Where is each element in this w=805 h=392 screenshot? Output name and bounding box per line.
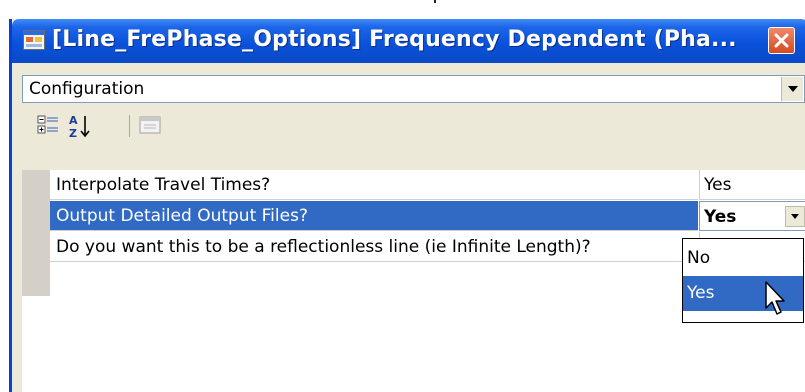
property-name: Do you want this to be a reflectionless …: [50, 232, 698, 262]
svg-text:Z: Z: [69, 127, 77, 139]
alphabetical-sort-icon: A Z: [69, 114, 90, 140]
value-dropdown-button[interactable]: [785, 206, 805, 227]
chevron-down-icon: [788, 86, 798, 92]
alphabetical-button[interactable]: A Z: [68, 113, 94, 140]
property-toolbar: A Z: [22, 104, 805, 148]
window-title: [Line_FrePhase_Options] Frequency Depend…: [52, 27, 737, 52]
property-row[interactable]: Interpolate Travel Times? Yes: [50, 170, 805, 201]
property-value-editor[interactable]: Yes: [699, 201, 805, 231]
category-combo-value: Configuration: [29, 79, 145, 99]
chevron-down-icon: [791, 214, 799, 219]
properties-window: [Line_FrePhase_Options] Frequency Depend…: [9, 19, 805, 392]
property-row-selected[interactable]: Output Detailed Output Files? Yes: [50, 201, 805, 232]
grid-left-margin: [22, 170, 50, 296]
close-icon: [774, 33, 789, 48]
property-value-text: Yes: [704, 207, 737, 227]
close-button[interactable]: [768, 27, 795, 54]
property-pages-button[interactable]: [138, 113, 164, 139]
category-combo[interactable]: Configuration: [22, 75, 805, 103]
svg-text:A: A: [69, 114, 78, 127]
dropdown-option-no[interactable]: No: [683, 241, 803, 276]
title-bar[interactable]: [Line_FrePhase_Options] Frequency Depend…: [12, 19, 805, 63]
stray-mark: [434, 0, 436, 3]
property-name: Output Detailed Output Files?: [50, 201, 698, 231]
property-value[interactable]: Yes: [699, 170, 805, 200]
categorized-icon: [37, 115, 58, 134]
categorized-button[interactable]: [36, 113, 62, 139]
toolbar-separator: [129, 115, 130, 137]
combo-dropdown-button[interactable]: [781, 77, 803, 101]
property-pages-icon: [139, 116, 161, 134]
form-icon: [23, 30, 45, 50]
mouse-pointer-icon: [765, 281, 785, 315]
property-name: Interpolate Travel Times?: [50, 170, 698, 200]
